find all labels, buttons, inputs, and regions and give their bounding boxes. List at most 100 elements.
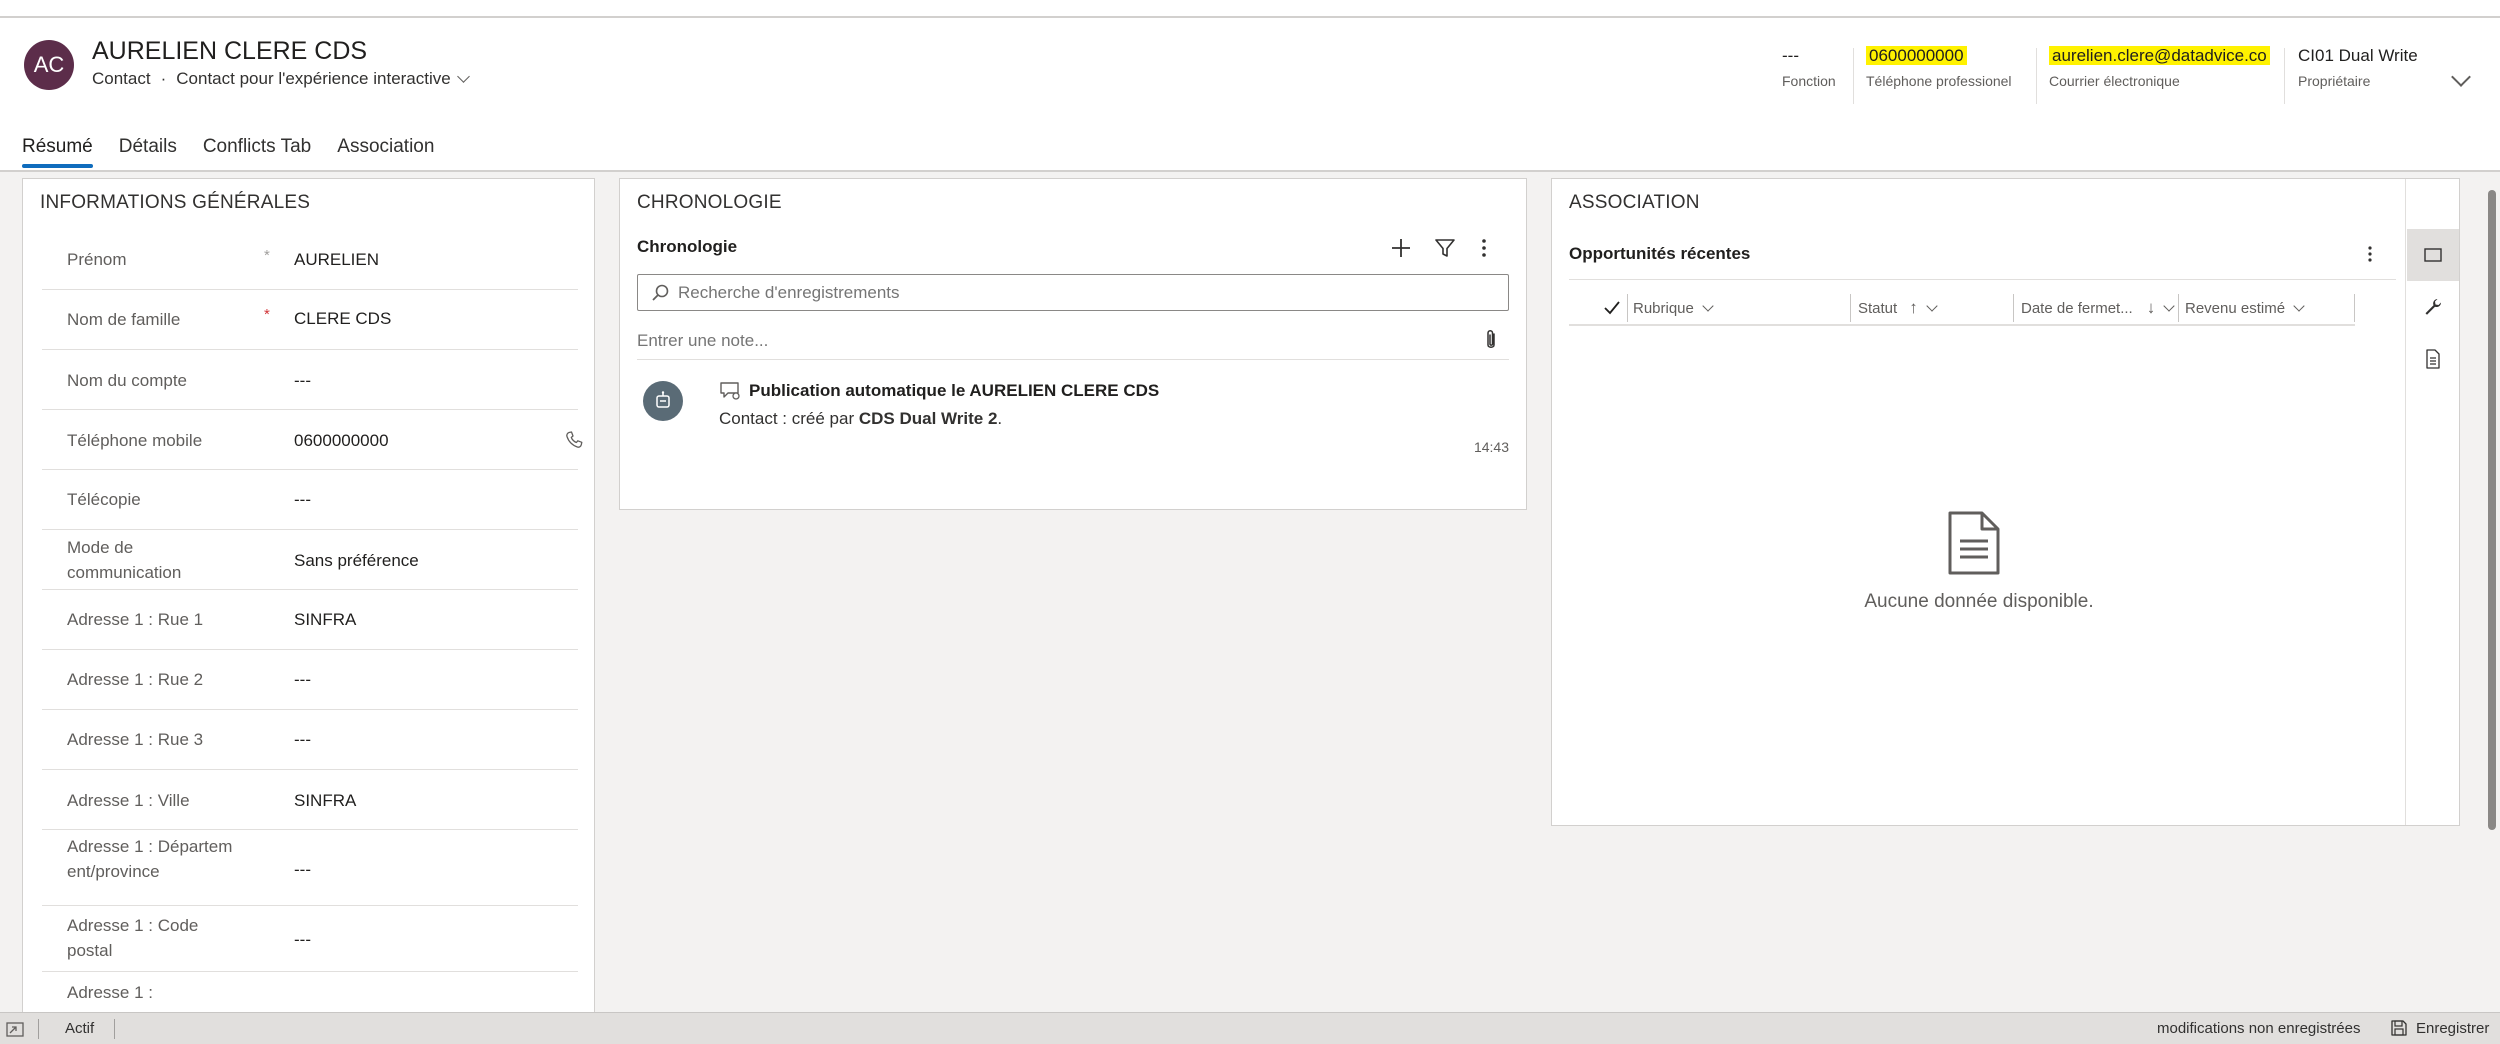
select-all-check-icon[interactable] [1603,299,1621,317]
column-separator [1627,294,1628,322]
save-button[interactable]: Enregistrer [2390,1019,2489,1037]
header-field-label: Téléphone professionel [1866,73,2012,89]
column-separator [2013,294,2014,322]
field-row-street2: Adresse 1 : Rue 2 --- [42,650,578,710]
header-field-owner[interactable]: CI01 Dual Write Propriétaire [2298,44,2418,89]
timeline-item-detail-suffix: . [997,409,1003,428]
field-value[interactable]: CLERE CDS [294,309,391,329]
page-scrollbar[interactable] [2484,172,2500,1012]
field-row-state: Adresse 1 : Département/province --- [42,830,578,906]
association-section: ASSOCIATION Opportunités récentes Rubriq… [1551,178,2460,826]
field-label: Adresse 1 : Ville [67,791,190,810]
timeline-search [637,274,1509,311]
field-row-firstname: Prénom * AURELIEN [42,231,578,290]
record-subtitle: Contact · Contact pour l'expérience inte… [92,69,470,89]
field-label: Prénom [67,250,127,269]
field-label: Adresse 1 : Code postal [67,916,199,960]
empty-document-icon [1948,511,2000,575]
field-label: Nom du compte [67,371,187,390]
timeline-item-detail-prefix: Contact : créé par [719,409,859,428]
timeline-section: CHRONOLOGIE Chronologie Recherche d'enre… [619,178,1527,510]
grid-top-rule [1569,279,2396,280]
field-row-street1: Adresse 1 : Rue 1 SINFRA [42,590,578,650]
required-marker: * [264,306,270,323]
chevron-down-icon [1702,300,1714,312]
open-in-window-icon[interactable] [6,1021,26,1039]
owner-link[interactable]: CI01 Dual Write [2298,44,2418,68]
field-label: Adresse 1 : [67,983,153,1002]
field-row-lastname: Nom de famille * CLERE CDS [42,290,578,350]
field-label: Mode de communication [67,538,182,582]
rail-tools-button[interactable] [2407,281,2459,333]
field-label: Adresse 1 : Rue 2 [67,670,204,689]
field-value[interactable]: --- [294,490,311,510]
header-separator [2284,48,2285,104]
field-value[interactable]: --- [294,730,311,750]
expand-header-chevron-icon[interactable] [2451,67,2471,87]
header-field-label: Propriétaire [2298,73,2371,89]
header-field-email[interactable]: aurelien.clere@datadvice.co Courrier éle… [2049,44,2270,89]
chevron-down-icon [2293,300,2305,312]
column-header-revenu[interactable]: Revenu estimé [2185,290,2305,326]
timeline-item[interactable]: Publication automatique le AURELIEN CLER… [637,381,1509,461]
timeline-item-time: 14:43 [1473,439,1509,455]
rail-report-button[interactable] [2407,333,2459,385]
status-bar: Actif modifications non enregistrées Enr… [0,1012,2500,1044]
timeline-subtitle: Chronologie [637,237,738,256]
filter-icon[interactable] [1432,235,1458,261]
association-main: ASSOCIATION Opportunités récentes Rubriq… [1552,179,2406,825]
timeline-item-detail: Contact : créé par CDS Dual Write 2. [719,409,1002,429]
chevron-down-icon [456,70,470,83]
field-row-account: Nom du compte --- [42,350,578,410]
form-selector[interactable]: Contact pour l'expérience interactive [176,69,470,89]
more-options-icon[interactable] [2360,241,2380,267]
field-value[interactable]: SINFRA [294,791,356,811]
note-input[interactable] [637,327,1457,355]
field-value[interactable]: --- [294,670,311,690]
field-value[interactable]: SINFRA [294,610,356,630]
sort-ascending-icon: ↑ [1909,298,1918,317]
column-header-statut[interactable]: Statut ↑ [1858,290,1938,326]
association-side-rail [2407,229,2459,385]
tab-resume[interactable]: Résumé [22,120,93,168]
field-value[interactable]: --- [294,860,311,880]
field-row-street3: Adresse 1 : Rue 3 --- [42,710,578,770]
scrollbar-thumb[interactable] [2488,190,2496,830]
phone-icon[interactable] [564,430,584,450]
note-divider [637,359,1509,360]
tab-conflicts[interactable]: Conflicts Tab [203,120,311,168]
attachment-icon[interactable] [1482,327,1500,353]
general-info-section: INFORMATIONS GÉNÉRALES Prénom * AURELIEN… [22,178,595,1018]
unsaved-changes-text: modifications non enregistrées [2157,1020,2361,1037]
field-value[interactable]: 0600000000 [294,431,389,451]
column-label: Revenu estimé [2185,299,2286,317]
column-label: Date de fermet... [2021,299,2133,317]
search-input[interactable] [678,275,1498,310]
form-name: Contact pour l'expérience interactive [176,69,451,88]
wrench-icon [2425,299,2442,315]
field-value[interactable]: AURELIEN [294,250,379,270]
rail-grid-button[interactable] [2407,229,2459,281]
column-label: Rubrique [1633,299,1694,317]
field-value[interactable]: --- [294,371,311,391]
header-separator [2036,48,2037,104]
header-field-value: 0600000000 [1866,46,1967,65]
tab-details[interactable]: Détails [119,120,177,168]
more-options-icon[interactable] [1474,235,1494,261]
field-row-contact-method: Mode de communication Sans préférence [42,530,578,590]
field-label: Adresse 1 : Rue 1 [67,610,204,629]
sort-descending-icon: ↓ [2146,298,2156,317]
field-value[interactable]: --- [294,930,311,950]
chevron-down-icon [1926,300,1938,312]
header-field-business-phone[interactable]: 0600000000 Téléphone professionel [1866,44,2012,89]
column-header-date[interactable]: Date de fermet... ↓ [2021,290,2175,326]
section-title: INFORMATIONS GÉNÉRALES [40,192,311,213]
column-header-rubrique[interactable]: Rubrique [1633,290,1714,326]
header-field-value: aurelien.clere@datadvice.co [2049,46,2270,65]
search-icon [652,284,669,301]
field-value[interactable]: Sans préférence [294,551,419,571]
field-row-postal: Adresse 1 : Code postal --- [42,906,578,972]
tab-association[interactable]: Association [337,120,434,168]
add-icon[interactable] [1388,235,1414,261]
field-row-city: Adresse 1 : Ville SINFRA [42,770,578,830]
